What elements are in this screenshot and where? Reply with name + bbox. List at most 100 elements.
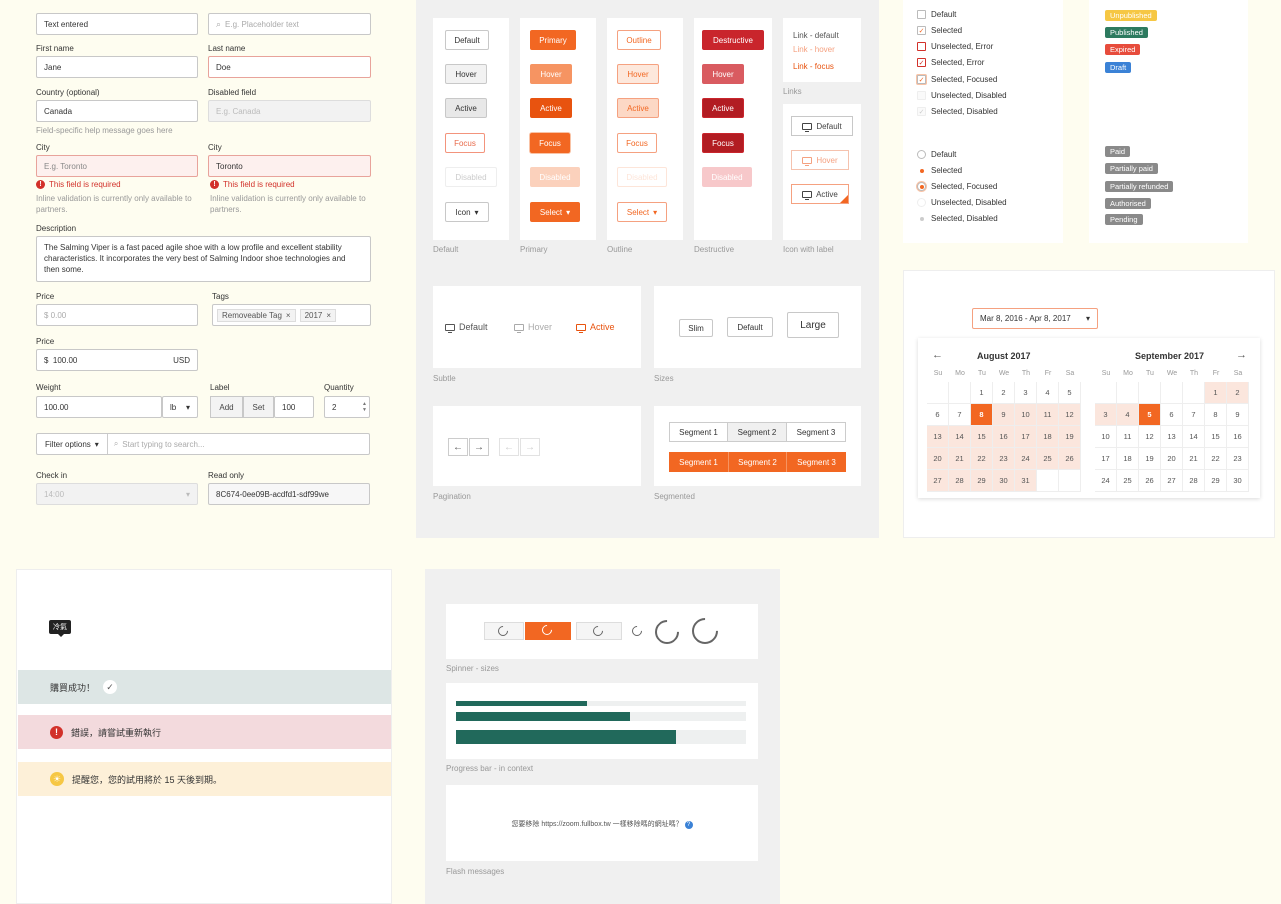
calendar-day[interactable]: 25 (1037, 448, 1059, 470)
next-page-arrow-icon[interactable]: → (469, 438, 489, 456)
info-icon[interactable]: ? (684, 821, 693, 829)
next-month-arrow-icon[interactable]: → (1236, 349, 1247, 361)
calendar-day[interactable]: 4 (1117, 404, 1139, 426)
label-value-input[interactable]: 100 (274, 396, 314, 418)
close-icon[interactable]: × (286, 311, 291, 320)
radio-selected[interactable]: Selected (917, 166, 962, 175)
segment-primary-1[interactable]: Segment 1 (669, 452, 728, 472)
calendar-day[interactable]: 1 (1205, 382, 1227, 404)
outline-hover-button[interactable]: Hover (617, 64, 659, 84)
check-icon[interactable]: ✓ (917, 26, 926, 35)
segment-1[interactable]: Segment 1 (669, 422, 728, 442)
destructive-hover-button[interactable]: Hover (702, 64, 744, 84)
radio-default[interactable]: Default (917, 150, 956, 159)
calendar-day[interactable]: 10 (1095, 426, 1117, 448)
calendar-day[interactable]: 21 (949, 448, 971, 470)
prev-page-arrow-icon[interactable]: ← (448, 438, 468, 456)
calendar-day[interactable]: 18 (1037, 426, 1059, 448)
calendar-day[interactable]: 19 (1139, 448, 1161, 470)
checkbox-selected-focused[interactable]: ✓ Selected, Focused (917, 75, 997, 84)
segment-3[interactable]: Segment 3 (786, 422, 846, 442)
calendar-day[interactable]: 9 (993, 404, 1015, 426)
link-hover[interactable]: Link - hover (793, 45, 835, 54)
default-hover-button[interactable]: Hover (445, 64, 487, 84)
stepper-arrows-icon[interactable]: ▲ ▼ (362, 401, 367, 413)
check-icon[interactable]: ✓ (917, 75, 926, 84)
radio-circle[interactable] (917, 166, 926, 175)
default-focus-button[interactable]: Focus (445, 133, 485, 153)
tags-input[interactable]: Removeable Tag × 2017 × (212, 304, 371, 326)
radio-circle[interactable] (917, 182, 926, 191)
calendar-day[interactable]: 5 (1139, 404, 1161, 426)
calendar-day[interactable]: 12 (1139, 426, 1161, 448)
calendar-day[interactable]: 15 (971, 426, 993, 448)
calendar-day[interactable]: 11 (1117, 426, 1139, 448)
checkbox-unselected-error[interactable]: Unselected, Error (917, 42, 993, 51)
calendar-day[interactable]: 2 (993, 382, 1015, 404)
calendar-day[interactable]: 31 (1015, 470, 1037, 492)
filter-options-dropdown[interactable]: Filter options ▾ (37, 434, 108, 454)
prev-month-arrow-icon[interactable]: ← (932, 349, 943, 361)
calendar-day[interactable]: 19 (1059, 426, 1081, 448)
calendar-day[interactable]: 4 (1037, 382, 1059, 404)
subtle-hover-button[interactable]: Hover (514, 322, 552, 333)
search-field[interactable]: ⌕ Start typing to search... (108, 439, 211, 449)
default-active-button[interactable]: Active (445, 98, 487, 118)
primary-button[interactable]: Primary (530, 30, 576, 50)
tag-chip[interactable]: 2017 × (299, 308, 337, 322)
tag-chip[interactable]: Removeable Tag × (217, 308, 296, 322)
primary-focus-button[interactable]: Focus (530, 133, 570, 153)
calendar-day[interactable]: 1 (971, 382, 993, 404)
segment-2[interactable]: Segment 2 (727, 422, 787, 442)
icon-label-active-button[interactable]: Active (791, 184, 849, 204)
calendar-day[interactable]: 20 (1161, 448, 1183, 470)
link-default[interactable]: Link - default (793, 31, 839, 40)
first-name-input[interactable]: Jane (36, 56, 198, 78)
weight-input[interactable]: 100.00 (36, 396, 162, 418)
calendar-day[interactable]: 27 (1161, 470, 1183, 492)
calendar-day[interactable]: 3 (1015, 382, 1037, 404)
close-icon[interactable]: × (326, 311, 331, 320)
calendar-day[interactable]: 26 (1059, 448, 1081, 470)
default-button[interactable]: Default (445, 30, 489, 50)
outline-focus-button[interactable]: Focus (617, 133, 657, 153)
calendar-day[interactable]: 27 (927, 470, 949, 492)
calendar-day[interactable]: 20 (927, 448, 949, 470)
calendar-day[interactable]: 30 (993, 470, 1015, 492)
outline-active-button[interactable]: Active (617, 98, 659, 118)
calendar-day[interactable]: 12 (1059, 404, 1081, 426)
calendar-day[interactable]: 13 (1161, 426, 1183, 448)
calendar-day[interactable]: 6 (1161, 404, 1183, 426)
calendar-day[interactable]: 8 (971, 404, 993, 426)
calendar-day[interactable]: 28 (1183, 470, 1205, 492)
calendar-day[interactable]: 24 (1095, 470, 1117, 492)
calendar-day[interactable]: 10 (1015, 404, 1037, 426)
check-icon[interactable]: ✓ (917, 58, 926, 67)
calendar-day[interactable]: 26 (1139, 470, 1161, 492)
calendar-day[interactable]: 29 (1205, 470, 1227, 492)
calendar-day[interactable]: 7 (949, 404, 971, 426)
calendar-day[interactable]: 6 (927, 404, 949, 426)
destructive-button[interactable]: Destructive (702, 30, 764, 50)
filter-search-bar[interactable]: Filter options ▾ ⌕ Start typing to search.… (36, 433, 370, 455)
country-input[interactable]: Canada (36, 100, 198, 122)
calendar-day[interactable]: 9 (1227, 404, 1249, 426)
calendar-day[interactable]: 16 (993, 426, 1015, 448)
calendar-day[interactable]: 23 (1227, 448, 1249, 470)
icon-label-default-button[interactable]: Default (791, 116, 853, 136)
calendar-day[interactable]: 22 (1205, 448, 1227, 470)
calendar-day[interactable]: 15 (1205, 426, 1227, 448)
calendar-day[interactable]: 17 (1095, 448, 1117, 470)
price-input[interactable]: $ 0.00 (36, 304, 198, 326)
city-input-2[interactable]: Toronto (208, 155, 371, 177)
calendar-day[interactable]: 13 (927, 426, 949, 448)
last-name-input[interactable]: Doe (208, 56, 371, 78)
calendar-day[interactable]: 28 (949, 470, 971, 492)
primary-select-button[interactable]: Select ▾ (530, 202, 580, 222)
checkbox-selected-error[interactable]: ✓ Selected, Error (917, 58, 984, 67)
primary-hover-button[interactable]: Hover (530, 64, 572, 84)
default-size-button[interactable]: Default (727, 317, 773, 337)
checkbox-selected[interactable]: ✓ Selected (917, 26, 962, 35)
checkbox-box[interactable] (917, 42, 926, 51)
calendar-day[interactable]: 5 (1059, 382, 1081, 404)
